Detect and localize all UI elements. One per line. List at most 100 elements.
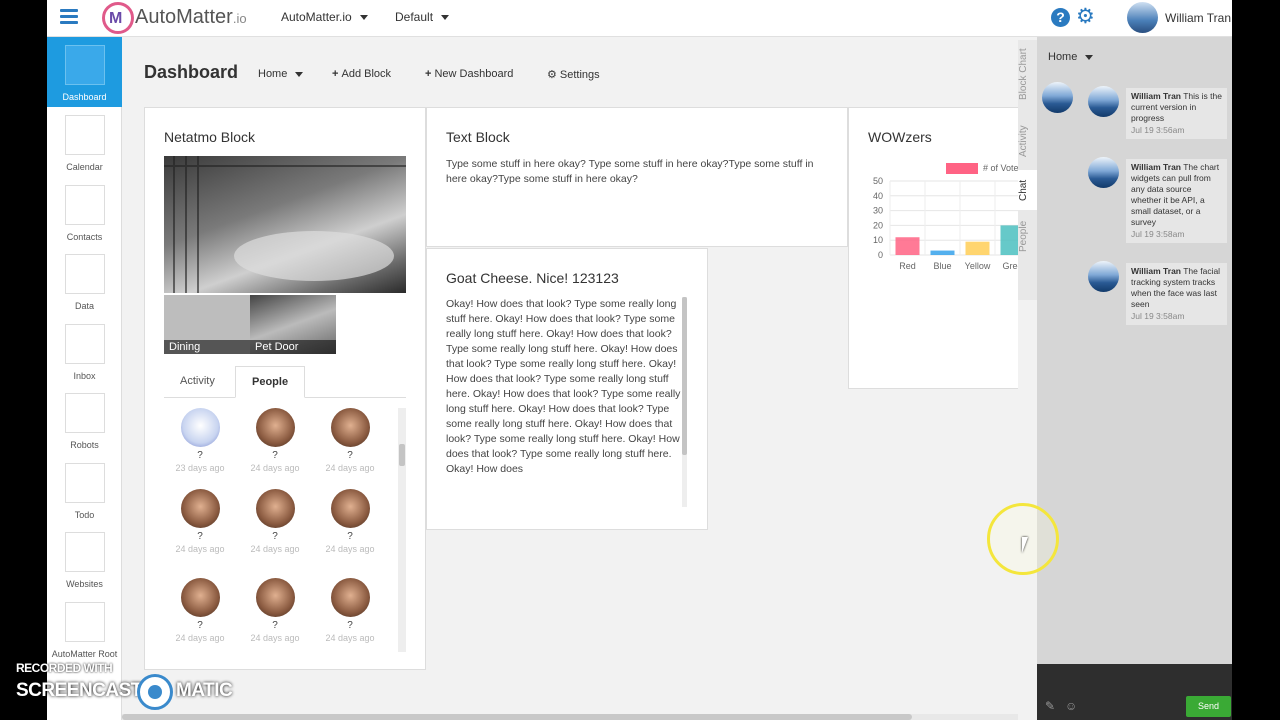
avatar [180, 578, 220, 617]
page-title: Dashboard [144, 62, 239, 82]
side-tab-block-chart[interactable]: Block Chart [1018, 40, 1037, 108]
bar [1000, 225, 1018, 255]
add-block-button[interactable]: + Add Block [332, 68, 391, 80]
bar [895, 237, 920, 255]
calendar-icon [64, 115, 105, 155]
nav-item-websites[interactable]: Websites [47, 524, 122, 594]
person-card[interactable]: ? 24 days ago [240, 408, 310, 473]
chat-panel: Home William Tran This is the current ve… [1037, 37, 1232, 720]
person-card[interactable]: ? 24 days ago [165, 578, 235, 643]
left-sidebar: Dashboard Calendar Contacts Data Inbox R… [47, 37, 122, 720]
tab-activity[interactable]: Activity [164, 366, 231, 398]
y-tick-label: 20 [873, 220, 883, 230]
avatar [180, 408, 220, 447]
contacts-icon [64, 185, 105, 225]
chat-home-dropdown[interactable]: Home [1048, 51, 1094, 63]
chat-composer: ✎ ☺ Send [1037, 664, 1232, 720]
nav-item-robots[interactable]: Robots [47, 385, 122, 455]
watermark-matic: MATIC [176, 680, 233, 701]
avatar [1042, 82, 1073, 113]
y-tick-label: 50 [873, 176, 883, 186]
goat-scrollbar[interactable] [682, 297, 687, 507]
scroll-thumb[interactable] [399, 444, 405, 466]
goat-cheese-block: Goat Cheese. Nice! 123123 Okay! How does… [426, 248, 708, 530]
avatar [255, 489, 295, 528]
bar [930, 250, 955, 255]
person-card[interactable]: ? 23 days ago [165, 408, 235, 473]
view-dropdown[interactable]: Default [395, 10, 450, 24]
block-title: Netatmo Block [164, 129, 256, 145]
watermark-line1: RECORDED WITH [16, 661, 113, 675]
horizontal-scrollbar[interactable] [122, 714, 1018, 720]
user-avatar[interactable] [1127, 2, 1158, 33]
automatter-logo-icon: M [102, 2, 134, 34]
thumb-dining[interactable]: Dining [164, 295, 250, 354]
chevron-down-icon [441, 15, 450, 21]
emoji-icon[interactable]: ☺ [1065, 699, 1077, 713]
y-tick-label: 30 [873, 206, 883, 216]
bar [965, 241, 990, 255]
side-tab-people[interactable]: People [1018, 212, 1037, 260]
person-card[interactable]: ? 24 days ago [240, 578, 310, 643]
scroll-thumb[interactable] [122, 714, 912, 720]
chat-message: William Tran This is the current version… [1126, 88, 1227, 139]
paperclip-icon[interactable]: ✎ [1045, 699, 1055, 713]
chevron-down-icon [295, 71, 304, 77]
person-card[interactable]: ? 24 days ago [165, 489, 235, 554]
nav-item-contacts[interactable]: Contacts [47, 177, 122, 247]
nav-item-data[interactable]: Data [47, 246, 122, 316]
avatar [330, 578, 370, 617]
chart-block: WOWzers # of Vote 0 10 20 30 40 50 Red Blue Yell… [848, 107, 1018, 389]
dashboard-icon [64, 45, 105, 85]
screencast-logo-icon [137, 674, 173, 710]
camera-feed[interactable] [164, 156, 406, 293]
nav-item-dashboard[interactable]: Dashboard [47, 37, 122, 107]
y-tick-label: 10 [873, 235, 883, 245]
new-dashboard-button[interactable]: + New Dashboard [425, 68, 513, 80]
avatar [1088, 86, 1119, 117]
side-tab-chat[interactable]: Chat [1018, 170, 1037, 210]
people-scrollbar[interactable] [398, 408, 406, 652]
chevron-down-icon [1085, 54, 1094, 60]
thumb-pet-door[interactable]: Pet Door [250, 295, 336, 354]
x-tick-label: Blue [933, 261, 951, 271]
x-tick-label: Red [899, 261, 916, 271]
camera-bars [164, 156, 406, 293]
gear-icon[interactable]: ⚙ [1076, 5, 1095, 29]
nav-item-calendar[interactable]: Calendar [47, 107, 122, 177]
help-icon[interactable]: ? [1051, 8, 1070, 27]
todo-icon [64, 463, 105, 503]
goat-block-body: Okay! How does that look? Type some real… [446, 298, 681, 475]
text-block: Text Block Type some stuff in here okay?… [426, 107, 848, 247]
bar-chart[interactable]: 0 10 20 30 40 50 Red Blue Yellow Gree [849, 168, 1018, 278]
avatar [1088, 157, 1119, 188]
person-card[interactable]: ? 24 days ago [240, 489, 310, 554]
robots-icon [64, 393, 105, 433]
scroll-thumb[interactable] [682, 297, 687, 455]
person-card[interactable]: ? 24 days ago [315, 489, 385, 554]
block-title: Goat Cheese. Nice! 123123 [446, 270, 619, 286]
avatar [1088, 261, 1119, 292]
chart-title: WOWzers [868, 129, 932, 145]
avatar [255, 578, 295, 617]
nav-item-inbox[interactable]: Inbox [47, 316, 122, 386]
person-card[interactable]: ? 24 days ago [315, 578, 385, 643]
side-tabs: Block Chart Activity Chat People [1018, 40, 1037, 300]
chat-message: William Tran The chart widgets can pull … [1126, 159, 1227, 243]
user-name[interactable]: William Tran [1165, 11, 1231, 25]
send-button[interactable]: Send [1186, 696, 1231, 717]
block-title: Text Block [446, 129, 510, 145]
home-dropdown[interactable]: Home [258, 68, 304, 80]
side-tab-activity[interactable]: Activity [1018, 115, 1037, 167]
websites-icon [64, 532, 105, 572]
text-block-body: Type some stuff in here okay? Type some … [446, 158, 814, 185]
tab-people[interactable]: People [235, 366, 306, 398]
settings-button[interactable]: ⚙ Settings [547, 68, 600, 81]
nav-item-automatter-root[interactable]: AutoMatter Root [47, 594, 122, 664]
org-dropdown[interactable]: AutoMatter.io [281, 10, 368, 24]
person-card[interactable]: ? 24 days ago [315, 408, 385, 473]
nav-item-todo[interactable]: Todo [47, 455, 122, 525]
y-tick-label: 0 [878, 250, 883, 260]
menu-icon[interactable] [60, 9, 78, 25]
y-tick-label: 40 [873, 191, 883, 201]
